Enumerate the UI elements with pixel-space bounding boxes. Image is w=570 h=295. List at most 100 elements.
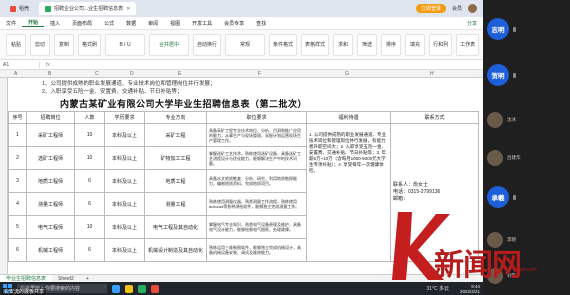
participant-tile[interactable]: 刘铁 — [487, 268, 551, 284]
taskbar-clock[interactable]: 9:44 2022/4/21 — [460, 284, 480, 294]
cell-req[interactable]: 具备采矿工程专业技术岗位、分析、目测和推广应用的能力，从事生产与现场管理，采掘计… — [206, 123, 307, 147]
participant-tile[interactable]: 承羲 — [487, 186, 551, 208]
cell-post[interactable]: 选矿工程师 — [26, 146, 75, 170]
fill-button[interactable]: 填充 — [405, 33, 426, 56]
wrap-text-button[interactable]: 自动换行 — [193, 33, 222, 56]
cell-edu[interactable]: 本科及以上 — [104, 123, 145, 147]
menu-item[interactable]: 页面布局 — [66, 20, 98, 27]
column-header[interactable]: C — [95, 71, 99, 77]
folder-icon[interactable] — [125, 284, 133, 293]
cell-count[interactable]: 10 — [74, 123, 105, 147]
menu-item[interactable]: 插入 — [44, 20, 66, 27]
menu-item[interactable]: 审阅 — [142, 20, 164, 27]
header-cell[interactable]: 人数 — [74, 111, 105, 124]
cell-major[interactable]: 电气工程及其自动化 — [144, 215, 207, 239]
column-header[interactable]: F — [258, 71, 261, 77]
header-cell[interactable]: 联系方式 — [390, 111, 479, 124]
menu-item[interactable]: 数据 — [120, 20, 142, 27]
sheet-tab[interactable]: 毕业生招聘信息表 — [0, 275, 53, 282]
add-sheet-button[interactable]: + — [80, 276, 95, 282]
menu-item[interactable]: 视图 — [164, 20, 186, 27]
cell-no[interactable]: 4 — [8, 192, 27, 216]
cell-no[interactable]: 1 — [8, 123, 27, 147]
cell-req[interactable]: 掌握选矿工艺技术，熟练使用选矿设备，具备选矿工艺流程设计与优化能力，能够解决生产… — [206, 146, 307, 170]
worksheet-button[interactable]: 工作表 — [456, 33, 480, 56]
conditional-format-button[interactable]: 条件格式 — [269, 33, 298, 56]
column-header[interactable]: H — [430, 71, 434, 77]
fx-icon[interactable]: fx — [40, 62, 50, 68]
cell-major[interactable]: 机械设计制造及其自动化 — [144, 238, 207, 262]
cell-post[interactable]: 地质工程师 — [26, 169, 75, 193]
participant-tile[interactable]: 吕建华 — [487, 150, 551, 166]
column-header[interactable]: D — [130, 71, 134, 77]
merge-center-button[interactable]: 合并居中 — [149, 33, 190, 56]
cell-edu[interactable]: 本科及以上 — [104, 146, 145, 170]
cell-edu[interactable]: 本科及以上 — [104, 215, 145, 239]
header-cell[interactable]: 招聘岗位 — [26, 111, 75, 124]
sum-button[interactable]: 求和 — [333, 33, 354, 56]
font-style-buttons[interactable]: B I U — [105, 33, 146, 56]
participant-tile[interactable]: 李刚 — [487, 232, 551, 248]
cell-req[interactable]: 具备水文地质勘查、分析、研究，利用地质勘探能力，编制地质资料，完成地质项目。 — [206, 169, 307, 193]
menu-item[interactable]: 开始 — [22, 19, 45, 27]
menu-item[interactable]: 查找 — [250, 20, 272, 27]
spreadsheet-grid[interactable]: 1、公司提供成熟的职业发展通道、专业技术岗位和管理岗位并行发展； 2、入职享受五… — [0, 78, 483, 274]
close-icon[interactable]: ✕ — [126, 6, 130, 12]
cell-major[interactable]: 矿物加工工程 — [144, 146, 207, 170]
cell-post[interactable]: 机械工程师 — [26, 238, 75, 262]
cell-edu[interactable]: 本科及以上 — [104, 238, 145, 262]
login-button[interactable]: 立即登录 — [415, 4, 446, 13]
cell-count[interactable]: 6 — [74, 169, 105, 193]
share-button[interactable]: 分享 — [461, 20, 483, 27]
header-cell[interactable]: 职位要求 — [206, 111, 307, 124]
cell-no[interactable]: 2 — [8, 146, 27, 170]
cell-major[interactable]: 地质工程 — [144, 169, 207, 193]
cell-no[interactable]: 3 — [8, 169, 27, 193]
cell-major[interactable]: 测量工程 — [144, 192, 207, 216]
column-header[interactable]: B — [48, 71, 51, 77]
cell-major[interactable]: 采矿工程 — [144, 123, 207, 147]
number-format-select[interactable]: 常规 — [225, 33, 266, 56]
cell-no[interactable]: 6 — [8, 238, 27, 262]
participant-tile[interactable]: 沈冰 — [487, 112, 551, 128]
cell-edu[interactable]: 本科及以上 — [104, 169, 145, 193]
wps-icon[interactable] — [138, 284, 146, 293]
participant-tile[interactable]: 贺明 — [487, 64, 551, 86]
tab-docer[interactable]: 稻壳 — [4, 2, 35, 15]
participant-tile[interactable]: 志明 — [487, 18, 551, 40]
cell-count[interactable]: 10 — [74, 146, 105, 170]
cell-post[interactable]: 电气工程师 — [26, 215, 75, 239]
cell-contact[interactable]: 联系人：俞女士 电话：0315-2799136 邮箱： — [390, 123, 479, 262]
row-col-button[interactable]: 行和列 — [429, 33, 453, 56]
paste-button[interactable]: 粘贴 — [6, 33, 26, 56]
filter-button[interactable]: 筛选 — [357, 33, 378, 56]
tab-sheet[interactable]: 招聘企业公司...业生招聘信息表 ✕ — [39, 2, 137, 15]
cell-count[interactable]: 10 — [74, 215, 105, 239]
column-header[interactable]: G — [345, 71, 349, 77]
sort-button[interactable]: 排序 — [381, 33, 402, 56]
copy-button[interactable]: 复制 — [54, 33, 74, 56]
column-header[interactable]: A — [14, 71, 17, 77]
header-cell[interactable]: 专业方向 — [144, 111, 207, 124]
cell-post[interactable]: 测量工程师 — [26, 192, 75, 216]
weather-widget[interactable]: 31°C 多云 — [426, 285, 449, 292]
cell-count[interactable]: 6 — [74, 192, 105, 216]
menu-item[interactable]: 公式 — [98, 20, 120, 27]
cell-req[interactable]: 掌握电气专业知识，熟悉电气设备原理及维护，具备电气设计能力，能够绘制电气图纸、处… — [206, 215, 307, 239]
cell-benefits[interactable]: 1. 公司提供成熟的职业发展通道、专业技术岗位和管理岗位并行发展，有能力者升职空… — [306, 123, 391, 262]
menu-item[interactable]: 会员专享 — [218, 20, 250, 27]
menu-item[interactable]: 文件 — [0, 20, 22, 27]
avatar[interactable] — [468, 4, 477, 13]
menu-item[interactable]: 开发工具 — [186, 20, 218, 27]
header-cell[interactable]: 序号 — [8, 111, 27, 124]
cut-button[interactable]: 剪切 — [30, 33, 50, 56]
sheet-tab[interactable]: Sheet2 — [52, 276, 80, 282]
cell-req[interactable]: 熟练使用测量仪器，熟悉测量工作流程，熟练使用autocad等各种测绘软件，能够独… — [206, 192, 307, 216]
cell-req[interactable]: 熟练运用三维制图软件，能够独立完成机械设计，具备机械设备安装、调试及维修能力。 — [206, 238, 307, 262]
header-cell[interactable]: 福利待遇 — [306, 111, 391, 124]
cell-reference-input[interactable]: A1 — [0, 61, 40, 68]
app-icon[interactable] — [151, 284, 159, 293]
cell-edu[interactable]: 本科及以上 — [104, 192, 145, 216]
cell-no[interactable]: 5 — [8, 215, 27, 239]
format-painter-button[interactable]: 格式刷 — [78, 33, 102, 56]
